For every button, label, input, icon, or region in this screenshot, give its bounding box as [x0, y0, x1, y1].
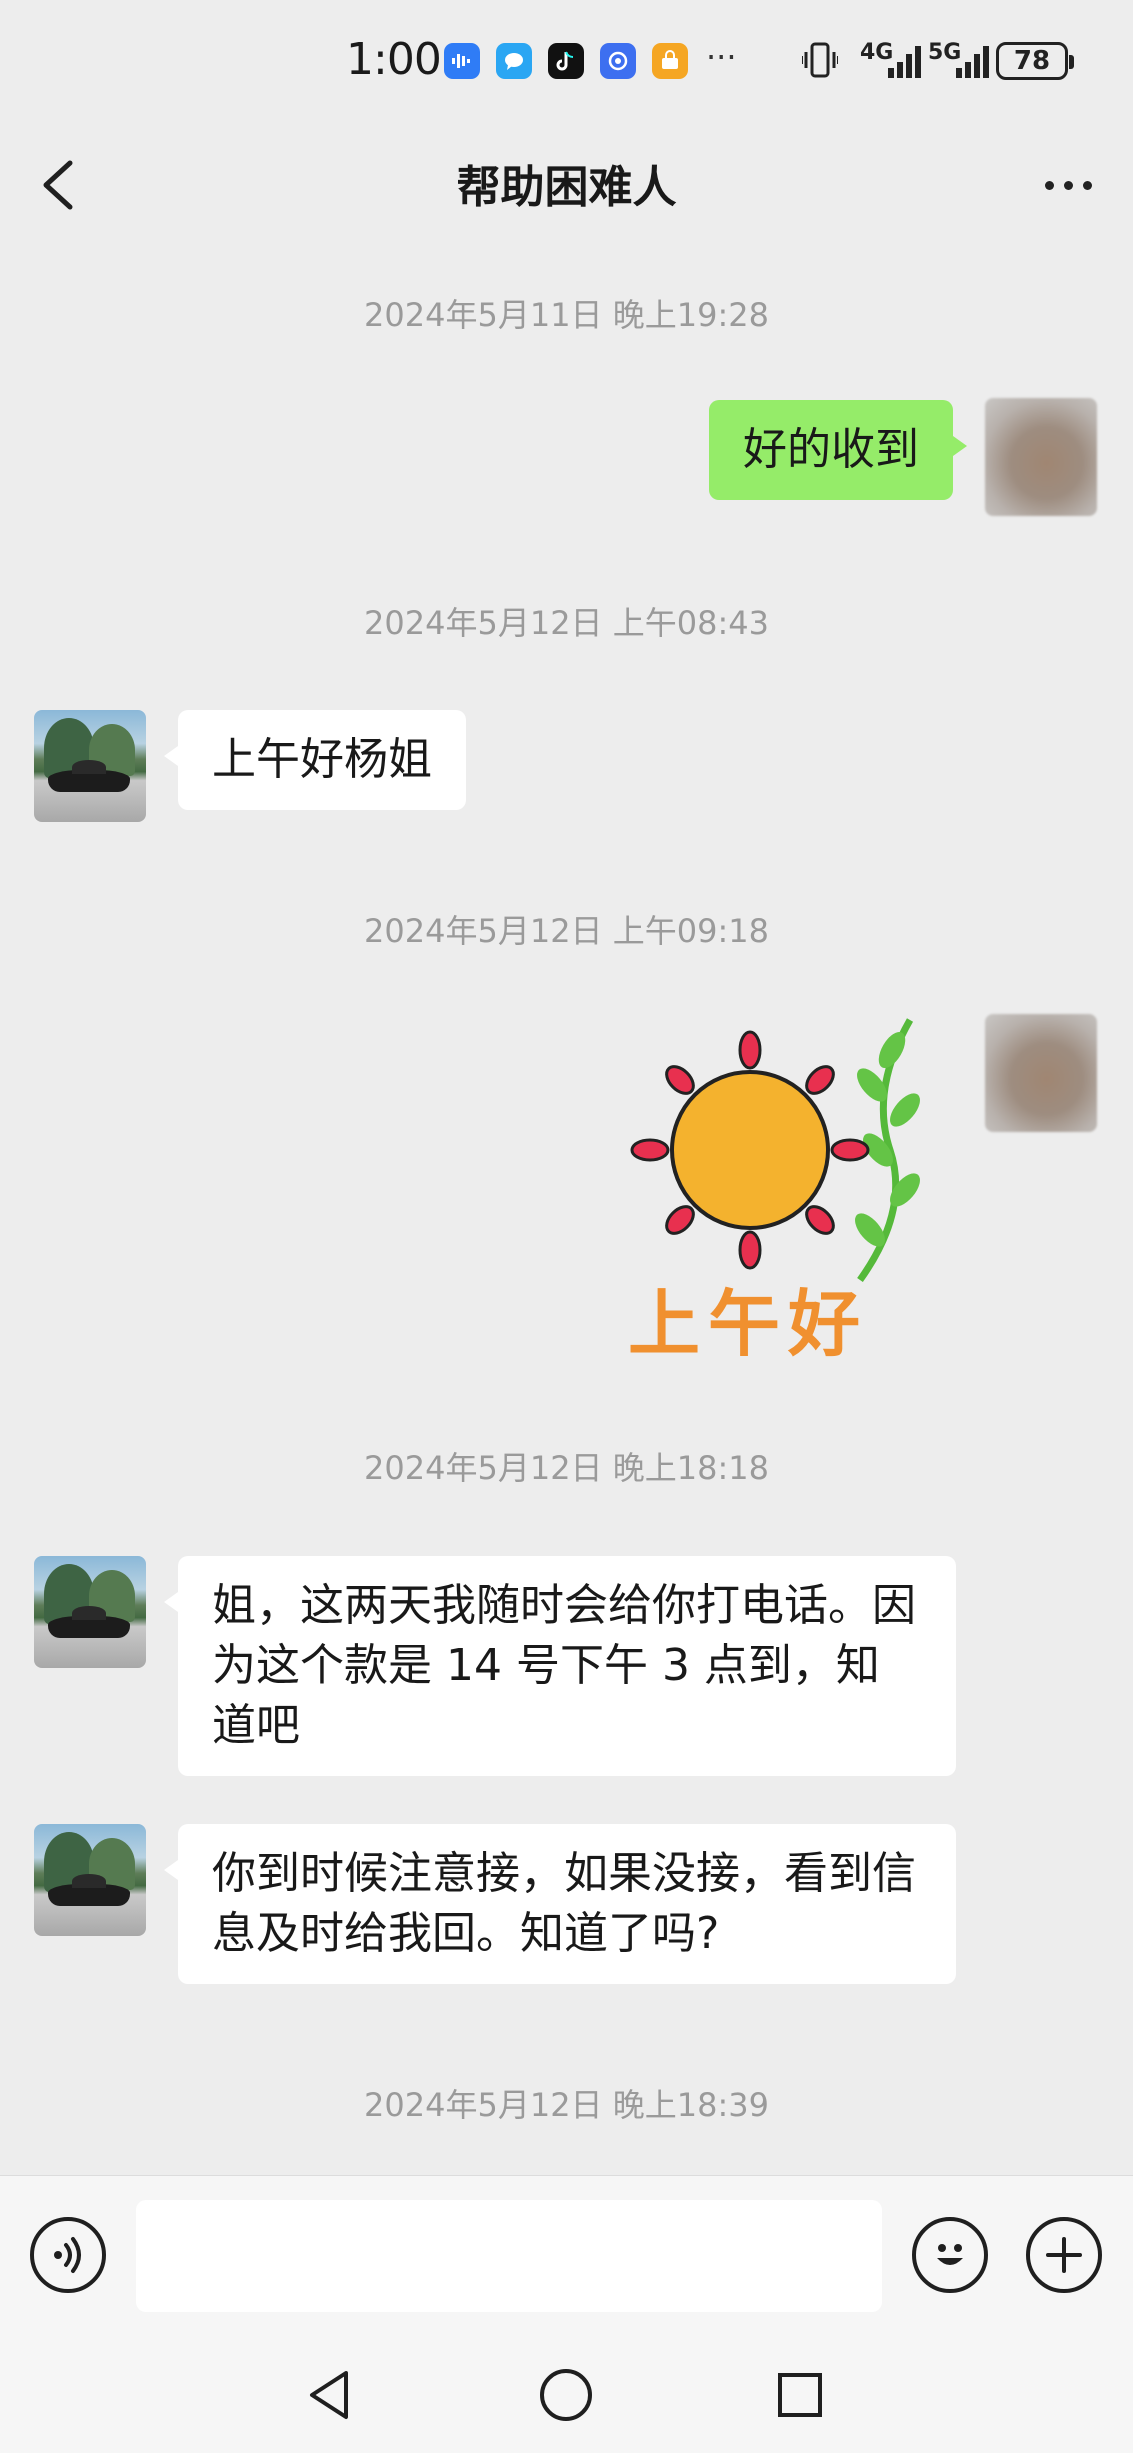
emoji-icon [937, 2244, 963, 2265]
sticker-caption: 上午好 [628, 1282, 869, 1366]
system-back-button[interactable] [302, 2365, 362, 2425]
contact-avatar[interactable] [34, 1556, 146, 1668]
voice-input-button[interactable] [30, 2217, 106, 2293]
status-time: 1:00 [346, 34, 442, 85]
system-navigation-bar [0, 2335, 1133, 2453]
more-dot-icon [1063, 180, 1073, 190]
triangle-back-icon [310, 2371, 348, 2419]
chat-header: 帮助困难人 [0, 125, 1133, 245]
circle-home-icon [540, 2369, 592, 2421]
message-timestamp: 2024年5月12日 晚上18:39 [364, 2086, 769, 2124]
shopping-app-icon [652, 43, 688, 79]
message-bubble-sent[interactable]: 好的收到 [709, 400, 967, 500]
message-bubble-received[interactable]: 姐，这两天我随时会给你打电话。因为这个款是 14 号下午 3 点到，知道吧 [164, 1556, 956, 1776]
voice-app-icon [444, 43, 480, 79]
more-dot-icon [1082, 180, 1092, 190]
more-functions-button[interactable] [1026, 2217, 1102, 2293]
message-timestamp: 2024年5月12日 晚上18:18 [364, 1449, 769, 1487]
message-bubble-received[interactable]: 你到时候注意接，如果没接，看到信息及时给我回。知道了吗? [164, 1824, 956, 1984]
battery-indicator: 78 [996, 42, 1074, 80]
message-timestamp: 2024年5月12日 上午08:43 [364, 604, 769, 642]
square-recents-icon [778, 2373, 822, 2417]
status-bar: 1:00 ··· 4G 5G 78 [0, 0, 1133, 125]
more-notifications-icon: ··· [706, 38, 737, 76]
contact-avatar[interactable] [34, 1824, 146, 1936]
signal-icon-2 [956, 44, 992, 82]
system-home-button[interactable] [536, 2365, 596, 2425]
system-recents-button[interactable] [770, 2365, 830, 2425]
message-app-icon [496, 43, 532, 79]
tiktok-app-icon [548, 43, 584, 79]
sun-sticker[interactable]: 上午好 [620, 1010, 950, 1370]
more-options-button[interactable] [1033, 165, 1103, 205]
plus-icon [1046, 2237, 1082, 2273]
browser-app-icon [600, 43, 636, 79]
chat-title: 帮助困难人 [456, 162, 677, 213]
my-avatar[interactable] [985, 398, 1097, 516]
chat-input-bar [0, 2175, 1133, 2335]
sun-icon [630, 1018, 920, 1283]
message-timestamp: 2024年5月12日 上午09:18 [364, 912, 769, 950]
more-dot-icon [1044, 180, 1054, 190]
message-input[interactable] [136, 2200, 882, 2312]
voice-icon [54, 2237, 81, 2273]
signal-icon-1 [888, 44, 924, 82]
contact-avatar[interactable] [34, 710, 146, 822]
vibrate-icon [801, 40, 839, 84]
my-avatar[interactable] [985, 1014, 1097, 1132]
emoji-button[interactable] [912, 2217, 988, 2293]
message-timestamp: 2024年5月11日 晚上19:28 [364, 296, 769, 334]
message-bubble-received[interactable]: 上午好杨姐 [164, 710, 466, 810]
